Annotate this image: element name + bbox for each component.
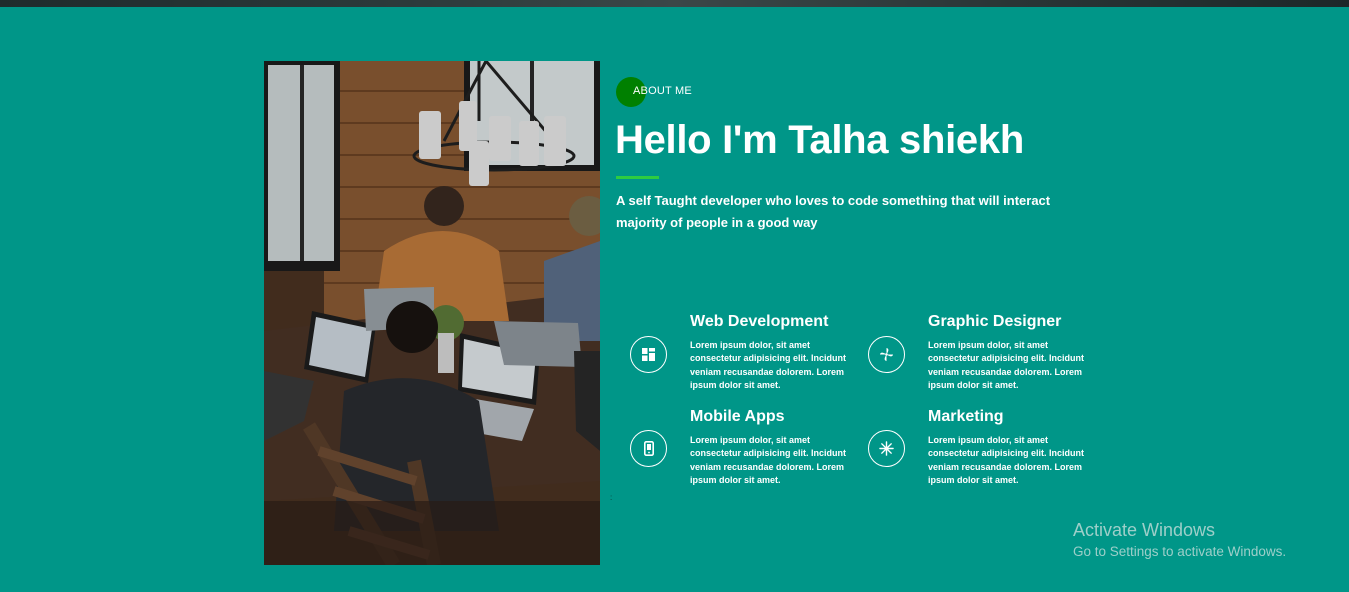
title-underline [616,176,659,179]
watermark-title: Activate Windows [1073,520,1216,540]
service-desc-marketing: Lorem ipsum dolor, sit amet consectetur … [928,435,1085,485]
service-title-graphic-designer: Graphic Designer [928,313,1062,330]
about-intro: A self Taught developer who loves to cod… [616,193,1051,230]
service-desc-graphic-designer: Lorem ipsum dolor, sit amet consectetur … [928,340,1085,390]
stray-mark: : [610,493,613,502]
top-image-strip [0,0,1349,7]
snowflake-icon [868,430,905,467]
pinwheel-icon [868,336,905,373]
service-title-mobile-apps: Mobile Apps [690,408,785,425]
grid-icon [630,336,667,373]
watermark-subtitle: Go to Settings to activate Windows. [1073,544,1287,559]
about-me-label: ABOUT ME [633,85,692,97]
about-photo [264,61,600,565]
service-title-web-development: Web Development [690,313,829,330]
windows-activation-watermark: Activate Windows Go to Settings to activ… [1073,520,1286,559]
service-desc-web-development: Lorem ipsum dolor, sit amet consectetur … [690,340,847,390]
service-title-marketing: Marketing [928,408,1004,425]
mobile-icon [630,430,667,467]
about-title: Hello I'm Talha shiekh [615,118,1024,162]
service-desc-mobile-apps: Lorem ipsum dolor, sit amet consectetur … [690,435,847,485]
